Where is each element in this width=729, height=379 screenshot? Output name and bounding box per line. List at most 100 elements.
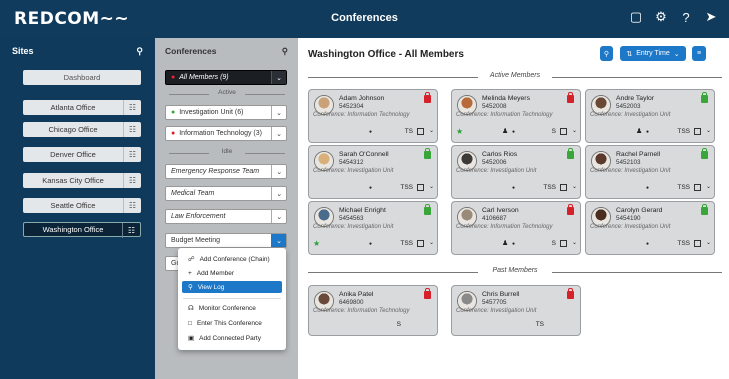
member-card[interactable]: Andre Taylor 5452003 Conference: Investiga… — [585, 89, 715, 143]
member-card[interactable]: Carl Iverson 4106687 Conference: Informati… — [451, 201, 581, 255]
site-item-chicago-office[interactable]: Chicago Office ☷ — [23, 122, 141, 137]
microphone-icon[interactable]: ● — [646, 241, 649, 247]
site-grid-icon[interactable]: ☷ — [123, 198, 141, 213]
chevron-down-icon[interactable]: ⌄ — [271, 234, 286, 247]
add-conference-chain-item[interactable]: ☍ Add Conference (Chain) — [182, 253, 282, 265]
conference-investigation-unit[interactable]: ● Investigation Unit (6) ⌄ — [165, 105, 287, 120]
chevron-down-icon[interactable]: ⌄ — [706, 239, 711, 246]
logout-icon[interactable]: ➤ — [703, 9, 719, 25]
enter-icon: □ — [188, 319, 192, 327]
checkbox-icon[interactable] — [417, 184, 424, 191]
member-card[interactable]: Michael Enright 5454563 Conference: Invest… — [308, 201, 438, 255]
chevron-down-icon[interactable]: ⌄ — [572, 183, 577, 190]
enter-conference-item[interactable]: □ Enter This Conference — [182, 317, 282, 329]
microphone-icon[interactable]: ● — [512, 129, 515, 135]
checkbox-icon[interactable] — [417, 128, 424, 135]
member-card[interactable]: Rachel Parnell 5452103 Conference: Investi… — [585, 145, 715, 199]
conference-label: Medical Team — [171, 190, 215, 197]
site-grid-icon[interactable]: ☷ — [123, 173, 141, 188]
monitor-conference-item[interactable]: ☊ Monitor Conference — [182, 302, 282, 314]
chevron-down-icon[interactable]: ⌄ — [271, 187, 286, 200]
gear-icon[interactable]: ⚙ — [653, 9, 669, 25]
site-grid-icon[interactable]: ☷ — [123, 147, 141, 162]
menu-divider — [183, 298, 281, 299]
contact-card-icon[interactable]: ▢ — [628, 9, 644, 25]
microphone-icon[interactable]: ● — [369, 129, 372, 135]
conferences-title: Conferences — [165, 46, 217, 56]
member-card[interactable]: Adam Johnson 5452304 Conference: Informati… — [308, 89, 438, 143]
member-number: 5457705 — [482, 299, 507, 306]
chevron-down-icon[interactable]: ⌄ — [271, 127, 286, 140]
chevron-down-icon[interactable]: ⌄ — [271, 165, 286, 178]
add-member-item[interactable]: + Add Member — [182, 267, 282, 279]
security-label: TSS — [400, 240, 413, 247]
member-card[interactable]: Anika Patel 6469800 Conference: Informatio… — [308, 285, 438, 336]
site-item-seattle-office[interactable]: Seattle Office ☷ — [23, 198, 141, 213]
conference-emergency-response[interactable]: Emergency Response Team ⌄ — [165, 164, 287, 179]
member-conference: Conference: Investigation Unit — [590, 112, 671, 118]
microphone-icon[interactable]: ● — [369, 241, 372, 247]
checkbox-icon[interactable] — [694, 240, 701, 247]
all-members-select[interactable]: ● All Members (9) ⌄ — [165, 70, 287, 85]
active-members-header: Active Members — [308, 72, 722, 82]
view-log-item[interactable]: ⚲ View Log — [182, 281, 282, 293]
member-card[interactable]: Carolyn Gerard 5454190 Conference: Investi… — [585, 201, 715, 255]
conferences-search-icon[interactable]: ⚲ — [282, 46, 288, 57]
microphone-icon[interactable]: ● — [646, 129, 649, 135]
member-controls: ♟ ● TSS ⌄ — [586, 127, 716, 137]
site-item-washington-office[interactable]: Washington Office ☷ — [23, 222, 141, 238]
conference-law-enforcement[interactable]: Law Enforcement ⌄ — [165, 209, 287, 224]
checkbox-icon[interactable] — [694, 184, 701, 191]
microphone-icon[interactable]: ● — [369, 185, 372, 191]
chevron-down-icon[interactable]: ⌄ — [429, 127, 434, 134]
search-icon: ⚲ — [603, 50, 610, 58]
sites-search-icon[interactable]: ⚲ — [136, 46, 143, 57]
chevron-down-icon[interactable]: ⌄ — [706, 127, 711, 134]
site-item-atlanta-office[interactable]: Atlanta Office ☷ — [23, 100, 141, 115]
search-button[interactable]: ⚲ — [600, 46, 613, 61]
chevron-down-icon[interactable]: ⌄ — [572, 239, 577, 246]
help-icon[interactable]: ? — [678, 9, 694, 25]
conference-information-technology[interactable]: ● Information Technology (3) ⌄ — [165, 126, 287, 141]
checkbox-icon[interactable] — [560, 128, 567, 135]
microphone-icon[interactable]: ● — [512, 185, 515, 191]
site-item-denver-office[interactable]: Denver Office ☷ — [23, 147, 141, 162]
member-card[interactable]: Sarah O'Connell 5454312 Conference: Invest… — [308, 145, 438, 199]
link-icon: ☍ — [188, 256, 195, 263]
chevron-down-icon[interactable]: ⌄ — [572, 127, 577, 134]
conference-budget-meeting[interactable]: Budget Meeting ⌄ — [165, 233, 287, 248]
microphone-icon[interactable]: ● — [512, 241, 515, 247]
microphone-icon[interactable]: ● — [646, 185, 649, 191]
member-name: Carolyn Gerard — [616, 207, 663, 214]
site-grid-icon[interactable]: ☷ — [123, 100, 141, 115]
chevron-down-icon[interactable]: ⌄ — [271, 106, 286, 119]
checkbox-icon[interactable] — [560, 240, 567, 247]
menu-label: Add Connected Party — [199, 334, 261, 342]
member-card[interactable]: Carlos Rios 5452006 Conference: Investigat… — [451, 145, 581, 199]
chevron-down-icon[interactable]: ⌄ — [706, 183, 711, 190]
chevron-down-icon[interactable]: ⌄ — [271, 210, 286, 223]
lock-icon: ● — [171, 130, 176, 137]
dashboard-button[interactable]: Dashboard — [23, 70, 141, 85]
chevron-down-icon[interactable]: ⌄ — [429, 239, 434, 246]
search-icon: ⚲ — [188, 284, 193, 291]
chevron-down-icon[interactable]: ⌄ — [271, 71, 286, 84]
site-grid-icon[interactable]: ☷ — [123, 122, 141, 137]
sort-button[interactable]: ⇅ Entry Time ⌄ — [620, 46, 686, 61]
star-icon[interactable]: ★ — [313, 239, 320, 248]
list-view-button[interactable]: ≡ — [692, 46, 706, 61]
checkbox-icon[interactable] — [694, 128, 701, 135]
site-item-kansas-city-office[interactable]: Kansas City Office ☷ — [23, 173, 141, 188]
conference-medical-team[interactable]: Medical Team ⌄ — [165, 186, 287, 201]
member-card[interactable]: Melinda Meyers 5452008 Conference: Informa… — [451, 89, 581, 143]
add-connected-party-item[interactable]: ▣ Add Connected Party — [182, 332, 282, 344]
checkbox-icon[interactable] — [417, 240, 424, 247]
lock-icon — [424, 204, 431, 215]
chevron-down-icon: ⌄ — [673, 50, 680, 58]
site-grid-icon[interactable]: ☷ — [122, 223, 140, 238]
star-icon[interactable]: ★ — [456, 127, 463, 136]
conference-label: Investigation Unit (6) — [179, 109, 244, 116]
checkbox-icon[interactable] — [560, 184, 567, 191]
chevron-down-icon[interactable]: ⌄ — [429, 183, 434, 190]
member-card[interactable]: Chris Burrell 5457705 Conference: Investig… — [451, 285, 581, 336]
